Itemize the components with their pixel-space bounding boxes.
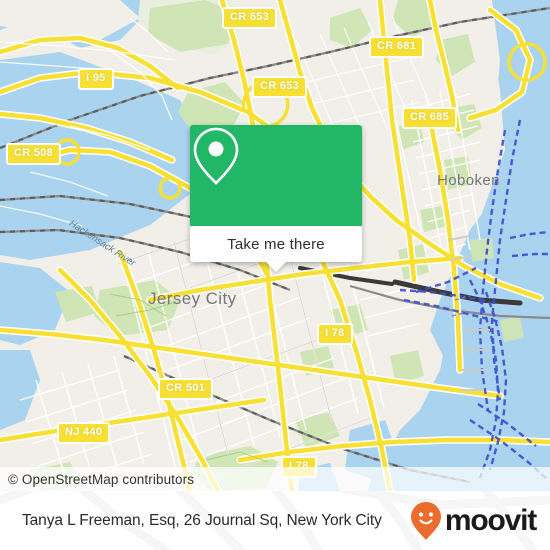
place-label-hoboken: Hoboken [437,172,500,189]
footer-bar: Tanya L Freeman, Esq, 26 Journal Sq, New… [0,491,550,550]
map-pin-icon [193,127,239,185]
road-shield: CR 508 [6,143,62,165]
screenshot-root: CR 653 CR 681 CR 653 CR 685 I 95 CR 508 … [0,0,550,550]
map-attribution[interactable]: © OpenStreetMap contributors [0,467,550,491]
road-shield: CR 681 [369,36,425,58]
moovit-pin-icon [410,501,441,540]
take-me-there-button[interactable]: Take me there [190,226,362,262]
road-shield: CR 501 [158,378,214,400]
popup-header [190,125,362,226]
road-shield: CR 653 [252,76,308,98]
road-shield: NJ 440 [57,422,111,444]
place-label-jersey-city: Jersey City [148,289,237,308]
map-canvas[interactable]: CR 653 CR 681 CR 653 CR 685 I 95 CR 508 … [0,0,550,491]
location-title: Tanya L Freeman, Esq, 26 Journal Sq, New… [22,511,382,529]
location-popup[interactable]: Take me there [190,125,362,272]
road-shield: I 78 [317,323,353,345]
road-shield: I 95 [78,68,114,90]
popup-tail [265,261,287,272]
road-shield: CR 685 [402,107,458,129]
moovit-brand[interactable]: moovit [410,501,537,541]
road-shield: CR 653 [222,7,278,29]
moovit-wordmark: moovit [444,503,537,537]
attribution-text: © OpenStreetMap contributors [8,471,195,487]
